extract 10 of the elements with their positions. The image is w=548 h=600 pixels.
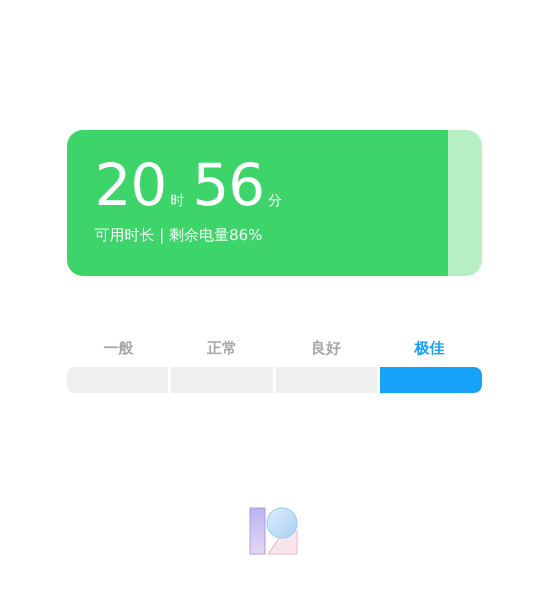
battery-caption: 可用时长 | 剩余电量86% xyxy=(94,226,264,245)
rating-label: 一般 xyxy=(102,338,134,358)
rating-label: 良好 xyxy=(310,338,342,358)
minutes-unit: 分 xyxy=(268,192,282,210)
rating-label: 极佳 xyxy=(413,338,446,358)
hours-value: 20 xyxy=(94,152,166,218)
hours-unit: 时 xyxy=(170,192,184,210)
logo-icon xyxy=(248,505,300,557)
minutes-value: 56 xyxy=(192,152,264,218)
rating-label: 正常 xyxy=(206,338,238,358)
